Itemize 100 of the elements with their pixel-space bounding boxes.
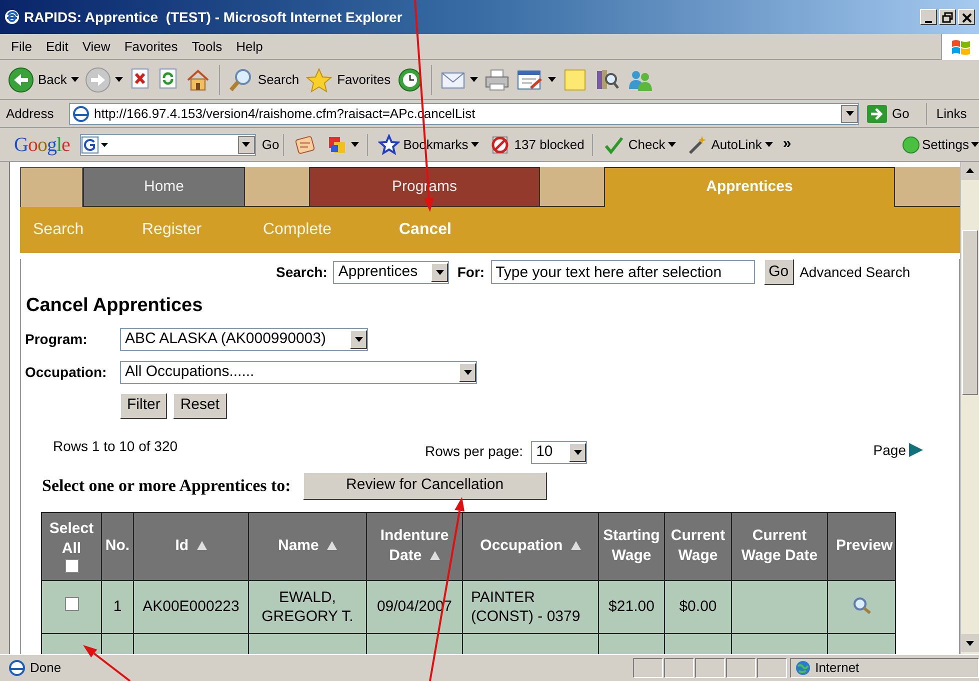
caret-icon[interactable] (436, 270, 444, 274)
google-logo: Google (14, 132, 70, 158)
filter-button[interactable]: Reset (173, 392, 227, 418)
column-header: Name (248, 512, 366, 580)
caret-icon[interactable] (470, 77, 478, 82)
go-button-label[interactable]: Go (892, 104, 910, 124)
page-icon (8, 658, 26, 676)
column-header: Current Wage (664, 512, 732, 580)
sort-arrow-icon[interactable] (327, 541, 338, 550)
go-button-label[interactable]: Go (262, 134, 280, 154)
annotation-arrow (83, 645, 131, 681)
caret-icon[interactable] (242, 142, 250, 147)
scrollbar[interactable] (960, 162, 979, 654)
clock-icon[interactable] (396, 66, 423, 92)
toolbar-button-label[interactable]: Check (628, 134, 666, 154)
page-title: Cancel Apprentices (26, 294, 203, 318)
occupation-dropdown[interactable]: All Occupations...... (120, 360, 477, 384)
scroll-thumb[interactable] (962, 230, 978, 395)
menu-item[interactable]: Tools (184, 36, 230, 56)
globe-icon (795, 660, 812, 676)
status-pane (726, 658, 756, 678)
column-header: Current Wage Date (732, 512, 828, 580)
star-icon[interactable] (378, 134, 400, 156)
caret-icon[interactable] (351, 142, 360, 147)
sort-arrow-icon[interactable] (570, 541, 581, 550)
sort-arrow-icon[interactable] (430, 551, 440, 560)
toolbar-button-label[interactable]: 137 blocked (514, 134, 584, 154)
table-cell: $21.00 (608, 598, 654, 615)
go-button[interactable]: Go (764, 259, 794, 285)
window-title: RAPIDS: Apprentice (TEST) - Microsoft Internet Explorer (24, 8, 402, 27)
menu-item[interactable]: Favorites (117, 36, 185, 56)
caret-icon[interactable] (70, 77, 79, 82)
caret-icon[interactable] (668, 142, 676, 147)
toolbar-button-label[interactable]: Favorites (337, 70, 391, 90)
checkbox[interactable] (64, 596, 78, 610)
column-header: No. (102, 512, 134, 580)
column-header: Preview (828, 512, 896, 580)
page-icon (72, 104, 90, 122)
filter-button[interactable]: Filter (120, 392, 168, 418)
rows-per-page-dropdown[interactable]: 10 (531, 440, 588, 464)
search-label: Search: (276, 262, 328, 282)
nav-tab[interactable]: Programs (309, 167, 540, 207)
caret-icon[interactable] (464, 370, 472, 374)
table-cell: EWALD, GREGORY T. (262, 588, 354, 624)
caret-icon[interactable] (764, 142, 773, 147)
restore-icon[interactable] (940, 10, 955, 24)
search-icon[interactable] (228, 66, 254, 92)
magic-wand-icon[interactable] (686, 134, 708, 156)
g-menu-icon[interactable] (80, 136, 109, 154)
caret-icon[interactable] (574, 450, 582, 454)
search-field[interactable]: Type your text here after selection (490, 260, 755, 284)
review-button[interactable]: Review for Cancellation (302, 472, 547, 500)
menu-item[interactable]: View (75, 36, 118, 56)
printer-icon[interactable] (484, 66, 510, 92)
menu-item[interactable]: File (4, 36, 39, 56)
scroll-up-icon[interactable] (961, 162, 979, 180)
status-pane (664, 658, 694, 678)
menu-item[interactable]: Help (229, 36, 270, 56)
links-label[interactable]: Links (936, 104, 967, 124)
caret-icon[interactable] (971, 142, 979, 147)
column-header: Starting Wage (598, 512, 664, 580)
page-label: Page (873, 440, 906, 460)
address-label: Address (6, 104, 55, 123)
nav-tab[interactable]: Home (83, 167, 245, 207)
table-cell: AK00E000223 (142, 598, 240, 615)
caret-icon[interactable] (114, 77, 123, 82)
caret-icon[interactable] (471, 142, 480, 147)
for-label: For: (457, 262, 485, 282)
filter-label: Program: (25, 330, 88, 349)
advanced-search-link[interactable]: Advanced Search (800, 262, 910, 282)
caret-icon[interactable] (354, 336, 362, 342)
status-pane (695, 658, 726, 678)
status-text: Done (30, 658, 62, 677)
back-icon[interactable] (8, 66, 34, 92)
checkbox[interactable] (64, 559, 78, 573)
settings-label[interactable]: Settings (922, 134, 969, 154)
browser-logo-icon (4, 9, 20, 25)
table-cell: 1 (113, 598, 122, 615)
toolbar-button-label[interactable]: Search (258, 70, 300, 90)
action-prompt: Select one or more Apprentices to: (42, 474, 291, 497)
more-chevron[interactable]: » (782, 133, 792, 156)
rows-summary: Rows 1 to 10 of 320 (53, 436, 179, 456)
next-page-icon[interactable] (909, 442, 923, 456)
filter-label: Occupation: (25, 362, 108, 382)
search-scope-dropdown[interactable]: Apprentices (333, 260, 450, 284)
status-pane (757, 658, 788, 678)
google-search-field[interactable] (80, 134, 256, 156)
caret-icon[interactable] (548, 77, 556, 82)
toolbar-button-label[interactable]: AutoLink (711, 134, 762, 154)
sort-arrow-icon[interactable] (196, 541, 207, 550)
column-header: Id (134, 512, 248, 580)
caret-icon[interactable] (846, 111, 854, 116)
toolbar-button-label[interactable]: Back (38, 70, 67, 90)
scroll-down-icon[interactable] (961, 634, 979, 652)
star-icon[interactable] (305, 66, 334, 92)
table-cell: PAINTER (CONST) - 0379 (471, 588, 580, 624)
menu-item[interactable]: Edit (38, 36, 76, 56)
column-header: Indenture Date (366, 512, 462, 580)
magnifier-icon[interactable] (852, 597, 872, 616)
program-dropdown[interactable]: ABC ALASKA (AK000990003) (120, 328, 368, 350)
